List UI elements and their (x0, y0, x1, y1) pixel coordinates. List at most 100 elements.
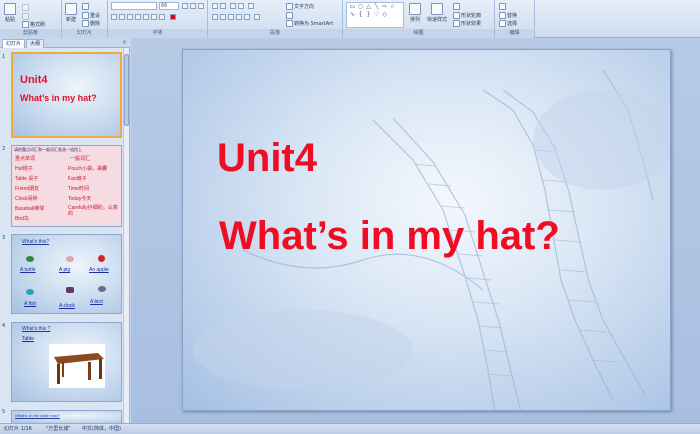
copy-button[interactable] (22, 13, 29, 20)
shape-effects-label: 形状效果 (461, 21, 482, 27)
thumb-list-item: Fan扇子 (68, 176, 87, 182)
strikethrough-icon[interactable] (135, 14, 141, 20)
shape-fill-button[interactable] (453, 3, 460, 10)
triangle-shape-icon[interactable]: △ (365, 4, 372, 10)
columns-icon[interactable] (254, 14, 260, 20)
slides-panel: 幻灯片 大纲 × 1 Unit4 What’s in my hat? 2 请把重… (0, 38, 130, 424)
find-button[interactable] (499, 3, 506, 10)
delete-button[interactable]: 删除 (82, 20, 100, 27)
italic-icon[interactable] (119, 14, 125, 20)
brace-shape-icon[interactable]: { (357, 12, 364, 18)
align-text-icon (286, 12, 293, 19)
shrink-font-icon[interactable] (190, 3, 196, 9)
thumb-list-item: Baseball棒球 (15, 206, 45, 212)
font-color-icon[interactable] (170, 14, 176, 20)
arrow-shape-icon[interactable]: ⇨ (381, 4, 388, 10)
slide-thumbnail-4[interactable]: What's this ? Table (11, 322, 122, 402)
slides-caption: 幻灯片 (62, 29, 107, 38)
cursor-icon (499, 20, 506, 27)
layout-button[interactable] (82, 3, 89, 10)
tab-outline[interactable]: 大纲 (26, 39, 45, 48)
numbering-icon[interactable] (220, 3, 226, 9)
slide-title-question[interactable]: What’s in my hat? (219, 214, 560, 259)
replace-button[interactable]: 替换 (499, 12, 517, 19)
turtle-icon (26, 256, 34, 262)
replace-icon (499, 12, 506, 19)
star-shape-icon[interactable]: ☆ (389, 4, 396, 10)
tab-slides[interactable]: 幻灯片 (2, 39, 26, 48)
underline-icon[interactable] (127, 14, 133, 20)
language-indicator[interactable]: 中文(简体，中国) (82, 424, 121, 434)
shapes-gallery[interactable]: ▭ ○ △ ╲ ⇨ ☆ ∿ { } ♡ ◇ (346, 2, 404, 28)
char-spacing-icon[interactable] (151, 14, 157, 20)
line-spacing-icon[interactable] (248, 3, 254, 9)
quick-styles-button[interactable]: 快速样式 (427, 3, 447, 23)
slide-thumbnail-5[interactable]: What's on the table now? (11, 410, 122, 424)
bullets-icon[interactable] (212, 3, 218, 9)
scrollbar-thumb[interactable] (124, 54, 129, 126)
format-painter-button[interactable]: 格式刷 (22, 21, 45, 28)
diamond-shape-icon[interactable]: ◇ (381, 12, 388, 18)
thumb-question: What's this? (22, 239, 50, 245)
justify-icon[interactable] (236, 14, 242, 20)
slide-title-unit[interactable]: Unit4 (217, 136, 317, 181)
pig-icon (66, 256, 74, 262)
panel-tabs: 幻灯片 大纲 × (0, 38, 130, 48)
thumb-list-item: Friend朋友 (15, 186, 40, 192)
thumb-answer: Table (22, 336, 34, 342)
heart-shape-icon[interactable]: ♡ (373, 12, 380, 18)
shape-outline-button[interactable]: 形状轮廓 (453, 12, 481, 19)
rectangle-shape-icon[interactable]: ▭ (349, 4, 356, 10)
close-icon[interactable]: × (122, 39, 127, 46)
bold-icon[interactable] (111, 14, 117, 20)
text-direction-icon (286, 3, 293, 10)
align-center-icon[interactable] (220, 14, 226, 20)
brace-right-shape-icon[interactable]: } (365, 12, 372, 18)
text-direction-button[interactable]: 文字方向 (286, 3, 314, 10)
curve-shape-icon[interactable]: ∿ (349, 12, 356, 18)
paragraph-caption: 段落 (208, 29, 342, 38)
distributed-icon[interactable] (244, 14, 250, 20)
paint-bucket-icon (453, 3, 460, 10)
editing-group: 替换 选择 编辑 (495, 0, 535, 38)
thumb-list-item: Table 桌子 (15, 176, 39, 182)
reset-button[interactable]: 重设 (82, 12, 100, 19)
thumb-list-item: Pouch小袋，袋囊 (68, 166, 108, 172)
convert-smartart-button[interactable]: 转换为 SmartArt (286, 20, 333, 27)
thumb-title-line2: What’s in my hat? (20, 93, 97, 103)
align-right-icon[interactable] (228, 14, 234, 20)
shape-effects-button[interactable]: 形状效果 (453, 20, 481, 27)
line-shape-icon[interactable]: ╲ (373, 4, 380, 10)
select-button[interactable]: 选择 (499, 20, 517, 27)
slide-thumbnail-2[interactable]: 请把重点词汇和一般词汇各选一组找上 重点单词 Hat帽子 Table 桌子 Fr… (11, 145, 122, 227)
font-size-box[interactable]: 66 (159, 2, 179, 10)
arrange-label: 排列 (409, 17, 420, 23)
align-left-icon[interactable] (212, 14, 218, 20)
theme-name: "万里长城" (46, 426, 71, 432)
slide-thumbnail-1[interactable]: Unit4 What’s in my hat? (11, 52, 122, 138)
new-slide-button[interactable]: 新建 (65, 3, 77, 23)
grow-font-icon[interactable] (182, 3, 188, 9)
quick-styles-label: 快速样式 (427, 17, 448, 23)
clear-format-icon[interactable] (198, 3, 204, 9)
current-slide[interactable]: Unit4 What’s in my hat? (182, 49, 671, 411)
paste-button[interactable]: 粘贴 (4, 3, 16, 23)
thumb-header: 请把重点词汇和一般词汇各选一组找上 (14, 147, 82, 152)
delete-label: 删除 (90, 21, 101, 27)
slide-thumbnail-3[interactable]: What's this? A turtle A pig An apple A f… (11, 234, 122, 314)
change-case-icon[interactable] (159, 14, 165, 20)
thumb-list-item: 一般词汇 (70, 156, 91, 162)
shadow-icon[interactable] (143, 14, 149, 20)
align-text-button[interactable] (286, 12, 293, 19)
arrange-button[interactable]: 排列 (409, 3, 421, 23)
arrange-icon (409, 3, 421, 15)
oval-shape-icon[interactable]: ○ (357, 4, 364, 10)
slides-group: 新建 重设 删除 幻灯片 (62, 0, 108, 38)
cut-button[interactable] (22, 4, 29, 11)
font-group: 66 字体 (108, 0, 208, 38)
increase-indent-icon[interactable] (238, 3, 244, 9)
decrease-indent-icon[interactable] (230, 3, 236, 9)
panel-scrollbar[interactable] (123, 48, 129, 423)
font-name-box[interactable] (111, 2, 157, 10)
thumb-list-item: Clock闹钟 (15, 196, 38, 202)
